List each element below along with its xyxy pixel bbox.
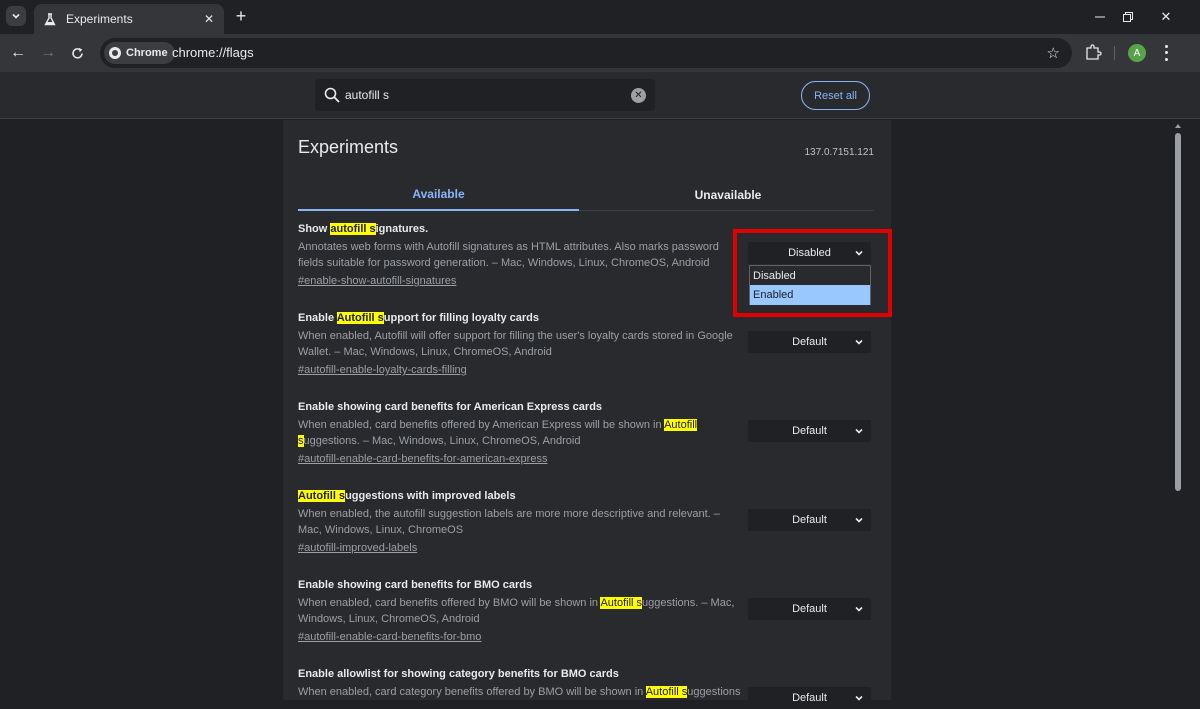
experiment-item: Enable showing card benefits for America… xyxy=(298,400,738,466)
chevron-down-icon xyxy=(855,517,863,523)
search-icon xyxy=(324,87,340,103)
experiment-state-select[interactable]: Default xyxy=(748,598,871,620)
search-highlight: Autofill s xyxy=(298,490,346,502)
tab-unavailable[interactable]: Unavailable xyxy=(588,179,868,211)
experiment-link[interactable]: #autofill-improved-labels xyxy=(298,541,738,555)
experiment-name: Enable allowlist for showing category be… xyxy=(298,668,619,680)
description-text: uggestions. – Mac, Windows, Linux, Chrom… xyxy=(303,435,581,447)
clear-search-icon[interactable]: ✕ xyxy=(631,88,646,103)
browser-toolbar: ← → Chrome chrome://flags ☆ A xyxy=(0,34,1200,72)
address-bar[interactable]: Chrome chrome://flags ☆ xyxy=(100,38,1072,68)
chevron-down-icon xyxy=(855,339,863,345)
experiment-state-select[interactable]: Default xyxy=(748,687,871,709)
experiment-link[interactable]: #autofill-enable-card-benefits-for-bmo xyxy=(298,630,738,644)
experiment-state-select[interactable]: Default xyxy=(748,509,871,531)
search-highlight: Autofill s xyxy=(336,312,384,324)
experiment-item: Enable Autofill support for filling loya… xyxy=(298,311,738,377)
experiment-link[interactable]: #enable-show-autofill-signatures xyxy=(298,274,738,288)
select-value: Default xyxy=(792,425,827,437)
experiment-description: When enabled, card category benefits off… xyxy=(298,684,741,700)
url-text[interactable]: chrome://flags xyxy=(172,45,254,60)
experiment-item: Enable showing card benefits for BMO car… xyxy=(298,578,738,644)
experiment-item: Show autofill signatures. Annotates web … xyxy=(298,222,738,288)
tab-available[interactable]: Available xyxy=(298,179,579,211)
back-arrow-icon[interactable]: ← xyxy=(8,43,28,63)
extensions-puzzle-icon[interactable] xyxy=(1084,43,1102,61)
experiment-description: Annotates web forms with Autofill signat… xyxy=(298,241,719,269)
experiment-name-text: upport for filling loyalty cards xyxy=(383,312,540,324)
restore-icon[interactable] xyxy=(1108,4,1148,30)
more-menu-icon[interactable] xyxy=(1160,43,1172,63)
experiment-item: Autofill suggestions with improved label… xyxy=(298,489,738,555)
flags-page: Experiments 137.0.7151.121 Available Una… xyxy=(0,120,1200,709)
experiment-name-text: Show xyxy=(298,223,331,235)
select-value: Default xyxy=(792,514,827,526)
experiment-name: Enable showing card benefits for America… xyxy=(298,401,603,413)
chevron-down-icon xyxy=(12,13,20,19)
experiment-description: When enabled, card benefits offered by A… xyxy=(298,417,738,449)
experiment-name: Show autofill signatures. xyxy=(298,222,738,236)
reload-icon[interactable] xyxy=(67,43,87,63)
search-highlight: Autofill s xyxy=(600,597,643,609)
experiment-state-select[interactable]: Default xyxy=(748,420,871,442)
chevron-down-icon xyxy=(855,428,863,434)
search-flags-field[interactable]: autofill s ✕ xyxy=(315,79,655,111)
experiment-name-text: Enable xyxy=(298,312,337,324)
scroll-up-arrow-icon[interactable] xyxy=(1175,124,1181,128)
search-highlight: Autofill s xyxy=(645,686,688,698)
tab-title: Experiments xyxy=(66,12,133,26)
toolbar-separator xyxy=(1114,46,1115,60)
flask-icon xyxy=(42,11,58,27)
select-value: Default xyxy=(792,603,827,615)
page-title: Experiments xyxy=(298,137,399,157)
description-text: When enabled, card category benefits off… xyxy=(298,686,646,698)
reset-all-button[interactable]: Reset all xyxy=(801,81,870,110)
tab-search-button[interactable] xyxy=(6,6,26,26)
experiments-panel: Experiments 137.0.7151.121 Available Una… xyxy=(283,120,891,709)
page-scrollbar[interactable] xyxy=(1172,120,1184,700)
experiment-description: When enabled, card benefits offered by B… xyxy=(298,595,738,627)
description-text: uggestions xyxy=(687,686,741,698)
experiment-link[interactable]: #autofill-enable-card-benefits-for-ameri… xyxy=(298,452,738,466)
forward-arrow-icon[interactable]: → xyxy=(38,43,58,63)
scrollbar-thumb[interactable] xyxy=(1175,133,1181,491)
browser-tab[interactable]: Experiments ✕ xyxy=(34,4,224,34)
experiment-name: Enable Autofill support for filling loya… xyxy=(298,311,738,325)
bookmark-star-icon[interactable]: ☆ xyxy=(1047,44,1060,62)
description-text: When enabled, card benefits offered by A… xyxy=(298,419,665,431)
version-label: 137.0.7151.121 xyxy=(804,147,874,158)
experiment-description: When enabled, the autofill suggestion la… xyxy=(298,508,720,536)
experiment-name-text: uggestions with improved labels xyxy=(345,490,516,502)
experiment-name-text: ignatures. xyxy=(375,223,429,235)
site-info-chip[interactable]: Chrome xyxy=(104,42,175,64)
search-input[interactable]: autofill s xyxy=(345,88,389,102)
new-tab-button[interactable]: + xyxy=(232,7,250,25)
experiment-description: When enabled, Autofill will offer suppor… xyxy=(298,330,733,358)
description-text: When enabled, card benefits offered by B… xyxy=(298,597,601,609)
experiments-tabs: Available Unavailable xyxy=(298,179,874,211)
search-highlight: autofill s xyxy=(330,223,376,235)
experiment-state-select[interactable]: Default xyxy=(748,331,871,353)
experiment-link[interactable]: #autofill-enable-loyalty-cards-filling xyxy=(298,363,738,377)
chevron-down-icon xyxy=(855,695,863,701)
close-tab-icon[interactable]: ✕ xyxy=(200,10,218,28)
select-value: Default xyxy=(792,336,827,348)
close-window-icon[interactable]: ✕ xyxy=(1146,4,1186,30)
site-chip-label: Chrome xyxy=(126,47,168,59)
experiment-name: Enable showing card benefits for BMO car… xyxy=(298,579,533,591)
select-value: Default xyxy=(792,692,827,704)
title-bar: Experiments ✕ + ✕ xyxy=(0,0,1200,34)
chrome-logo-icon xyxy=(109,47,121,59)
flags-header: autofill s ✕ Reset all xyxy=(0,72,1200,119)
annotation-highlight-box xyxy=(733,229,892,317)
profile-avatar[interactable]: A xyxy=(1128,44,1146,62)
experiment-name: Autofill suggestions with improved label… xyxy=(298,489,738,503)
experiment-item: Enable allowlist for showing category be… xyxy=(298,667,741,700)
chevron-down-icon xyxy=(855,606,863,612)
